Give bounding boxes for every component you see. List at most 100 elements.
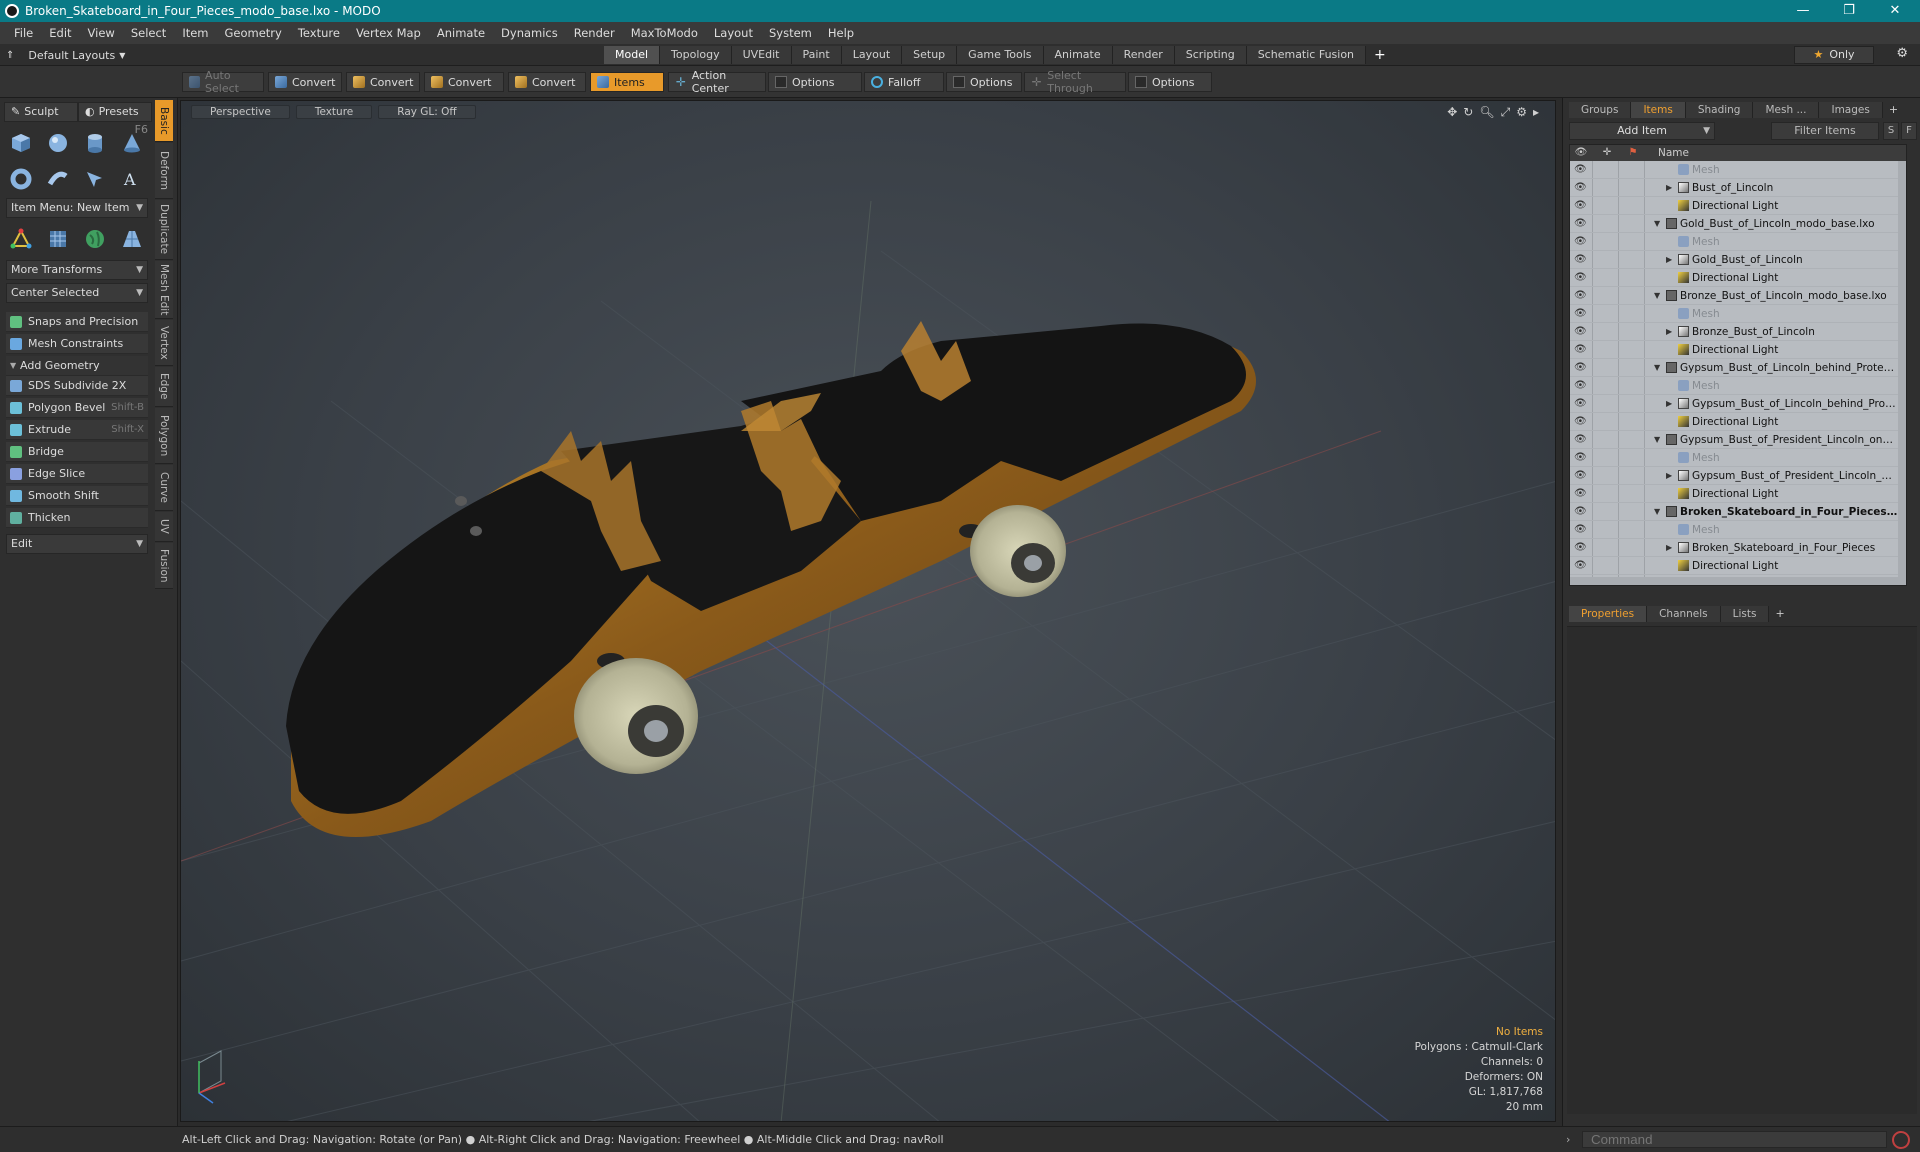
tab-model[interactable]: Model <box>604 46 661 64</box>
tool-polygon-bevel[interactable]: Polygon Bevel Shift-B <box>6 398 148 418</box>
falloff-button[interactable]: Falloff <box>864 72 944 92</box>
table-row[interactable]: 👁︎ Directional Light <box>1570 341 1906 359</box>
expand-triangle-icon[interactable]: ▶ <box>1666 467 1672 485</box>
maximize-icon[interactable]: ⤢ <box>1501 105 1511 120</box>
menu-animate[interactable]: Animate <box>429 26 493 40</box>
vtab-duplicate[interactable]: Duplicate <box>155 200 173 260</box>
text-tool-button[interactable]: A <box>115 162 149 196</box>
collapse-triangle-icon[interactable]: ▼ <box>1654 503 1660 521</box>
vtab-uv[interactable]: UV <box>155 512 173 542</box>
rotate-icon[interactable]: ↻ <box>1463 105 1473 120</box>
pen-tool-button[interactable] <box>78 162 112 196</box>
visibility-eye-icon[interactable]: 👁︎ <box>1574 254 1587 266</box>
collapse-triangle-icon[interactable]: ▼ <box>1654 215 1660 233</box>
tool-smooth-shift[interactable]: Smooth Shift <box>6 486 148 506</box>
close-button[interactable]: ✕ <box>1872 0 1918 22</box>
add-tab-icon[interactable]: + <box>1366 46 1394 64</box>
table-row[interactable]: 👁︎ ▼ Gypsum_Bust_of_Lincoln_behind_Protect… <box>1570 359 1906 377</box>
presets-button[interactable]: ◐ Presets F6 <box>78 102 152 136</box>
tab-render[interactable]: Render <box>1112 46 1175 64</box>
ptab-lists[interactable]: Lists <box>1720 606 1770 622</box>
only-button[interactable]: ★ Only <box>1794 46 1874 64</box>
collapse-triangle-icon[interactable]: ▼ <box>1654 287 1660 305</box>
table-row[interactable]: 👁︎ ▼ Gypsum_Bust_of_President_Lincoln_on_P… <box>1570 431 1906 449</box>
center-selected-dropdown[interactable]: Center Selected ▼ <box>6 283 148 303</box>
table-row[interactable]: 👁︎ Mesh <box>1570 233 1906 251</box>
menu-edit[interactable]: Edit <box>41 26 79 40</box>
visibility-eye-icon[interactable]: 👁︎ <box>1574 542 1587 554</box>
torus-primitive-button[interactable] <box>4 162 38 196</box>
visibility-eye-icon[interactable]: 👁︎ <box>1574 416 1587 428</box>
vtab-edge[interactable]: Edge <box>155 367 173 407</box>
tool-bridge[interactable]: Bridge <box>6 442 148 462</box>
visibility-eye-icon[interactable]: 👁︎ <box>1574 470 1587 482</box>
perspective-button[interactable] <box>115 222 149 256</box>
f-filter-button[interactable]: F <box>1901 122 1917 140</box>
more-transforms-dropdown[interactable]: More Transforms ▼ <box>6 260 148 280</box>
3d-viewport[interactable]: Perspective Texture Ray GL: Off ✥ ↻ 🔍︎ ⤢… <box>180 100 1556 1122</box>
vtab-polygon[interactable]: Polygon <box>155 408 173 464</box>
add-item-dropdown[interactable]: Add Item ▼ <box>1569 122 1715 140</box>
tool-edge-slice[interactable]: Edge Slice <box>6 464 148 484</box>
expand-triangle-icon[interactable]: ▶ <box>1666 539 1672 557</box>
visibility-eye-icon[interactable]: 👁︎ <box>1574 506 1587 518</box>
visibility-eye-icon[interactable]: 👁︎ <box>1574 308 1587 320</box>
tool-extrude[interactable]: Extrude Shift-X <box>6 420 148 440</box>
restore-button[interactable]: ❐ <box>1826 0 1872 22</box>
skateboard-model[interactable] <box>286 321 1256 837</box>
snaps-precision-button[interactable]: Snaps and Precision <box>6 312 148 332</box>
cylinder-primitive-button[interactable] <box>78 126 112 160</box>
items-button[interactable]: Items <box>590 72 664 92</box>
table-row[interactable]: 👁︎ ▶ Gold_Bust_of_Lincoln <box>1570 251 1906 269</box>
visibility-eye-icon[interactable]: 👁︎ <box>1574 272 1587 284</box>
layout-selector[interactable]: ⇑ Default Layouts ▼ <box>6 47 125 63</box>
vtab-deform[interactable]: Deform <box>155 143 173 199</box>
menu-texture[interactable]: Texture <box>290 26 348 40</box>
ptab-channels[interactable]: Channels <box>1647 606 1721 622</box>
action-center-button[interactable]: ✛ Action Center <box>668 69 766 95</box>
expand-triangle-icon[interactable]: ▶ <box>1666 395 1672 413</box>
visibility-eye-icon[interactable]: 👁︎ <box>1574 290 1587 302</box>
visibility-eye-icon[interactable]: 👁︎ <box>1574 434 1587 446</box>
menu-view[interactable]: View <box>80 26 123 40</box>
edit-dropdown[interactable]: Edit ▼ <box>6 534 148 554</box>
table-row[interactable]: 👁︎ Directional Light <box>1570 413 1906 431</box>
tab-uvedit[interactable]: UVEdit <box>731 46 792 64</box>
table-row[interactable]: 👁︎ ▶ Bust_of_Lincoln <box>1570 179 1906 197</box>
tab-scripting[interactable]: Scripting <box>1174 46 1247 64</box>
table-row[interactable]: 👁︎ ▼ Broken_Skateboard_in_Four_Pieces... <box>1570 503 1906 521</box>
mesh-constraints-button[interactable]: Mesh Constraints <box>6 334 148 354</box>
expand-triangle-icon[interactable]: ▶ <box>1666 179 1672 197</box>
ptab-properties[interactable]: Properties <box>1569 606 1648 622</box>
menu-item[interactable]: Item <box>174 26 216 40</box>
tab-setup[interactable]: Setup <box>902 46 958 64</box>
item-menu-dropdown[interactable]: Item Menu: New Item ▼ <box>6 198 148 218</box>
menu-select[interactable]: Select <box>123 26 174 40</box>
table-row[interactable]: 👁︎ Mesh <box>1570 449 1906 467</box>
visibility-eye-icon[interactable]: 👁︎ <box>1574 452 1587 464</box>
add-tab-icon[interactable]: + <box>1769 606 1790 622</box>
visibility-eye-icon[interactable]: 👁︎ <box>1574 218 1587 230</box>
expand-triangle-icon[interactable]: ▶ <box>1666 251 1672 269</box>
visibility-eye-icon[interactable]: 👁︎ <box>1574 326 1587 338</box>
tab-schematic-fusion[interactable]: Schematic Fusion <box>1246 46 1367 64</box>
table-row[interactable]: 👁︎ ▼ Bronze_Bust_of_Lincoln_modo_base.lxo <box>1570 287 1906 305</box>
item-list-vscroll[interactable] <box>1898 161 1906 585</box>
menu-geometry[interactable]: Geometry <box>217 26 290 40</box>
tool-thicken[interactable]: Thicken <box>6 508 148 528</box>
visibility-eye-icon[interactable]: 👁︎ <box>1574 560 1587 572</box>
vtab-basic[interactable]: Basic <box>155 100 173 142</box>
visibility-eye-icon[interactable]: 👁︎ <box>1574 344 1587 356</box>
tube-primitive-button[interactable] <box>41 162 75 196</box>
table-row[interactable]: 👁︎ ▶ Broken_Skateboard_in_Four_Pieces <box>1570 539 1906 557</box>
shading-selector[interactable]: Texture <box>295 105 373 119</box>
sphere-primitive-button[interactable] <box>41 126 75 160</box>
vtab-fusion[interactable]: Fusion <box>155 543 173 589</box>
visibility-eye-icon[interactable]: 👁︎ <box>1574 362 1587 374</box>
menu-dynamics[interactable]: Dynamics <box>493 26 566 40</box>
table-row[interactable]: 👁︎ Directional Light <box>1570 197 1906 215</box>
item-list-hscroll[interactable] <box>1570 577 1900 585</box>
table-row[interactable]: 👁︎ Directional Light <box>1570 485 1906 503</box>
rtab-shading[interactable]: Shading <box>1685 102 1754 118</box>
viewport-menu-arrow-icon[interactable]: ▸ <box>1533 105 1539 120</box>
